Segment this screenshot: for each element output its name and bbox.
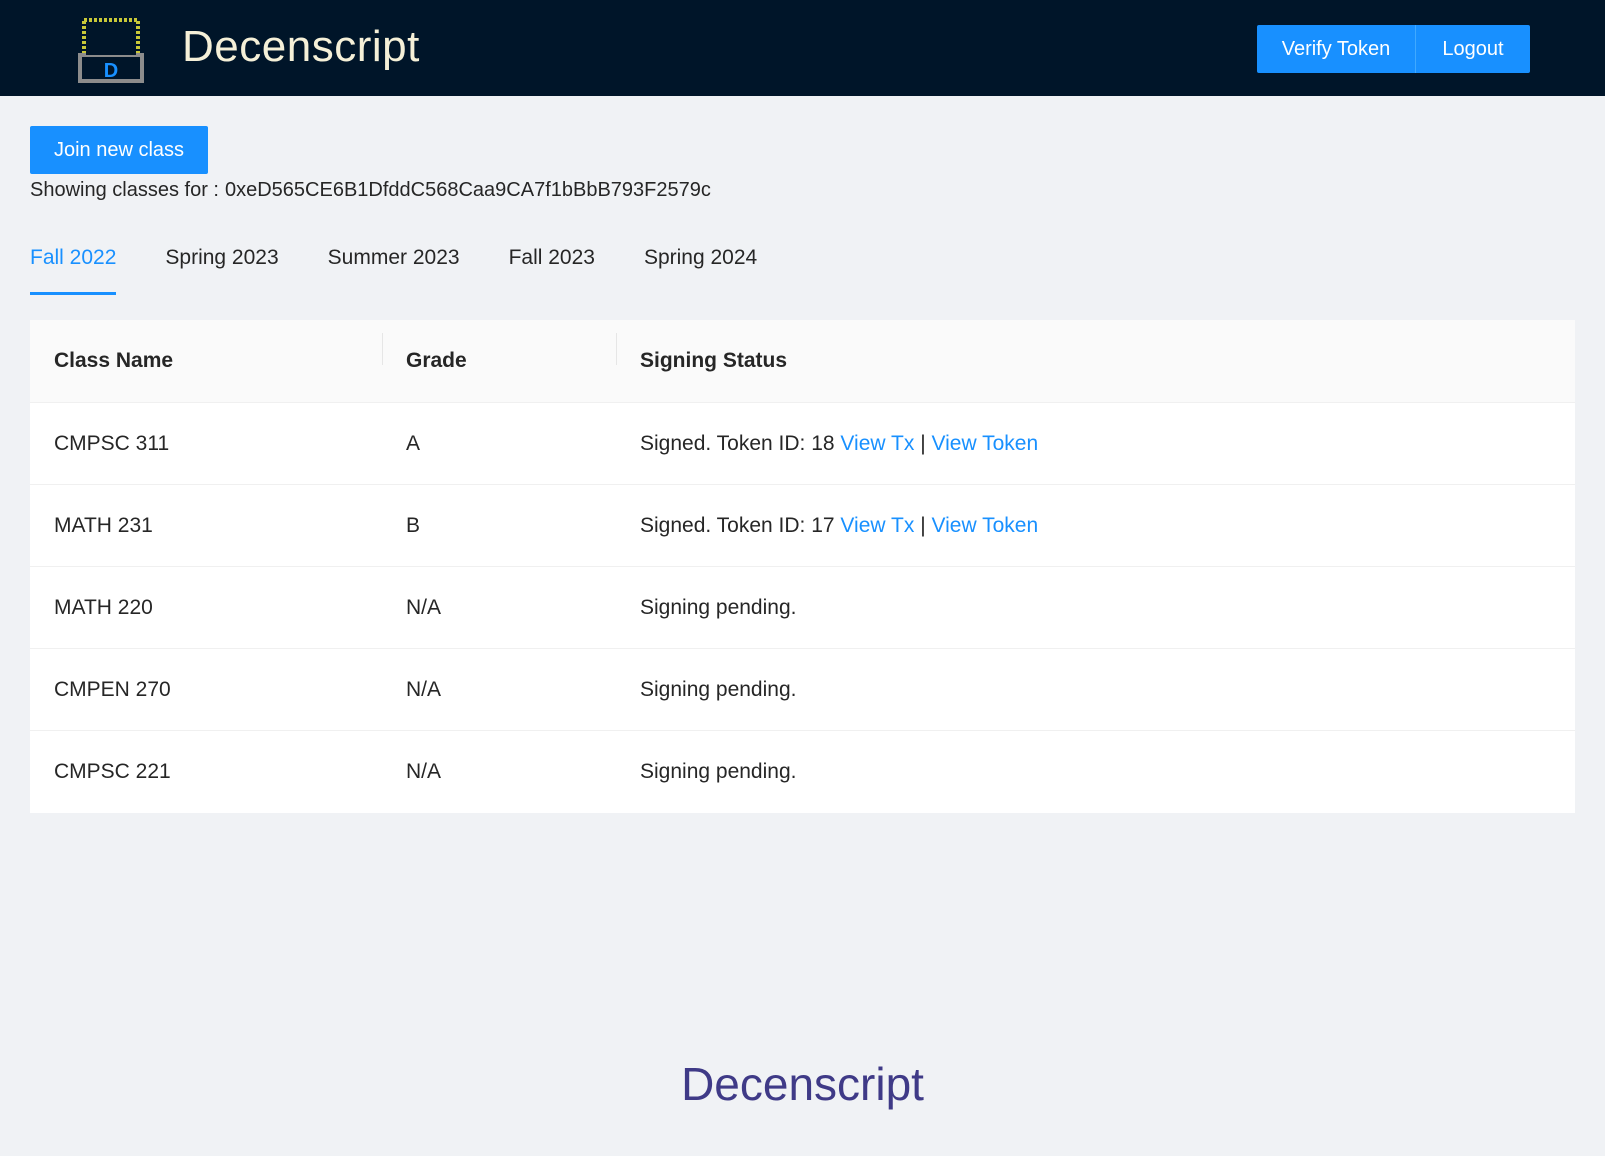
top-header: D Decenscript Verify Token Logout: [0, 0, 1605, 96]
decenscript-logo-icon: D: [78, 18, 144, 83]
svg-text:D: D: [104, 60, 118, 82]
view-tx-link[interactable]: View Tx: [840, 514, 914, 537]
signing-status-cell: Signed. Token ID: 17 View Tx | View Toke…: [616, 514, 1575, 538]
signing-status-cell: Signing pending.: [640, 760, 797, 783]
signing-status-cell: Signing pending.: [640, 677, 797, 701]
class-name-cell: CMPEN 270: [54, 677, 171, 701]
showing-prefix: Showing classes for :: [30, 179, 219, 201]
class-name-cell: CMPSC 221: [54, 760, 171, 783]
grade-cell: B: [406, 513, 421, 537]
class-name-cell: MATH 220: [54, 595, 153, 619]
table-row: CMPEN 270 N/A Signing pending.: [30, 649, 1575, 731]
grade-cell: N/A: [406, 595, 442, 619]
grade-cell: N/A: [406, 760, 442, 783]
table-header: Class Name Grade Signing Status: [30, 320, 1575, 403]
grade-cell: N/A: [406, 677, 442, 701]
view-tx-link[interactable]: View Tx: [840, 432, 914, 455]
column-header-grade: Grade: [382, 333, 616, 373]
tab-spring-2024[interactable]: Spring 2024: [644, 246, 757, 298]
header-actions: Verify Token Logout: [1257, 25, 1530, 73]
grade-cell: A: [406, 431, 421, 455]
tab-fall-2023[interactable]: Fall 2023: [509, 246, 595, 298]
status-text: Signed. Token ID: 17: [640, 513, 835, 537]
tab-spring-2023[interactable]: Spring 2023: [165, 246, 278, 298]
signing-status-cell: Signed. Token ID: 18 View Tx | View Toke…: [616, 432, 1575, 456]
verify-token-button[interactable]: Verify Token: [1257, 25, 1416, 73]
status-text: Signed. Token ID: 18: [640, 431, 835, 455]
table-row: MATH 231 B Signed. Token ID: 17 View Tx …: [30, 485, 1575, 567]
column-header-class-name: Class Name: [54, 349, 174, 372]
column-header-signing-status: Signing Status: [616, 333, 1575, 373]
brand-title: Decenscript: [182, 22, 420, 71]
semester-tabs: Fall 2022 Spring 2023 Summer 2023 Fall 2…: [30, 246, 806, 298]
link-separator: |: [920, 513, 926, 537]
footer-brand: Decenscript: [681, 1058, 924, 1110]
table-row: MATH 220 N/A Signing pending.: [30, 567, 1575, 649]
link-separator: |: [920, 431, 926, 455]
class-name-cell: CMPSC 311: [54, 431, 170, 455]
join-new-class-button[interactable]: Join new class: [30, 126, 208, 174]
signing-status-cell: Signing pending.: [640, 595, 797, 619]
classes-table: Class Name Grade Signing Status CMPSC 31…: [30, 320, 1575, 813]
table-row: CMPSC 311 A Signed. Token ID: 18 View Tx…: [30, 403, 1575, 485]
class-name-cell: MATH 231: [54, 513, 153, 537]
view-token-link[interactable]: View Token: [932, 432, 1039, 455]
showing-classes-text: Showing classes for : 0xeD565CE6B1DfddC5…: [30, 179, 711, 202]
view-token-link[interactable]: View Token: [932, 514, 1039, 537]
table-row: CMPSC 221 N/A Signing pending.: [30, 731, 1575, 813]
tab-fall-2022[interactable]: Fall 2022: [30, 246, 117, 298]
wallet-address: 0xeD565CE6B1DfddC568Caa9CA7f1bBbB793F257…: [224, 179, 711, 201]
tab-summer-2023[interactable]: Summer 2023: [328, 246, 460, 298]
logout-button[interactable]: Logout: [1416, 25, 1530, 73]
